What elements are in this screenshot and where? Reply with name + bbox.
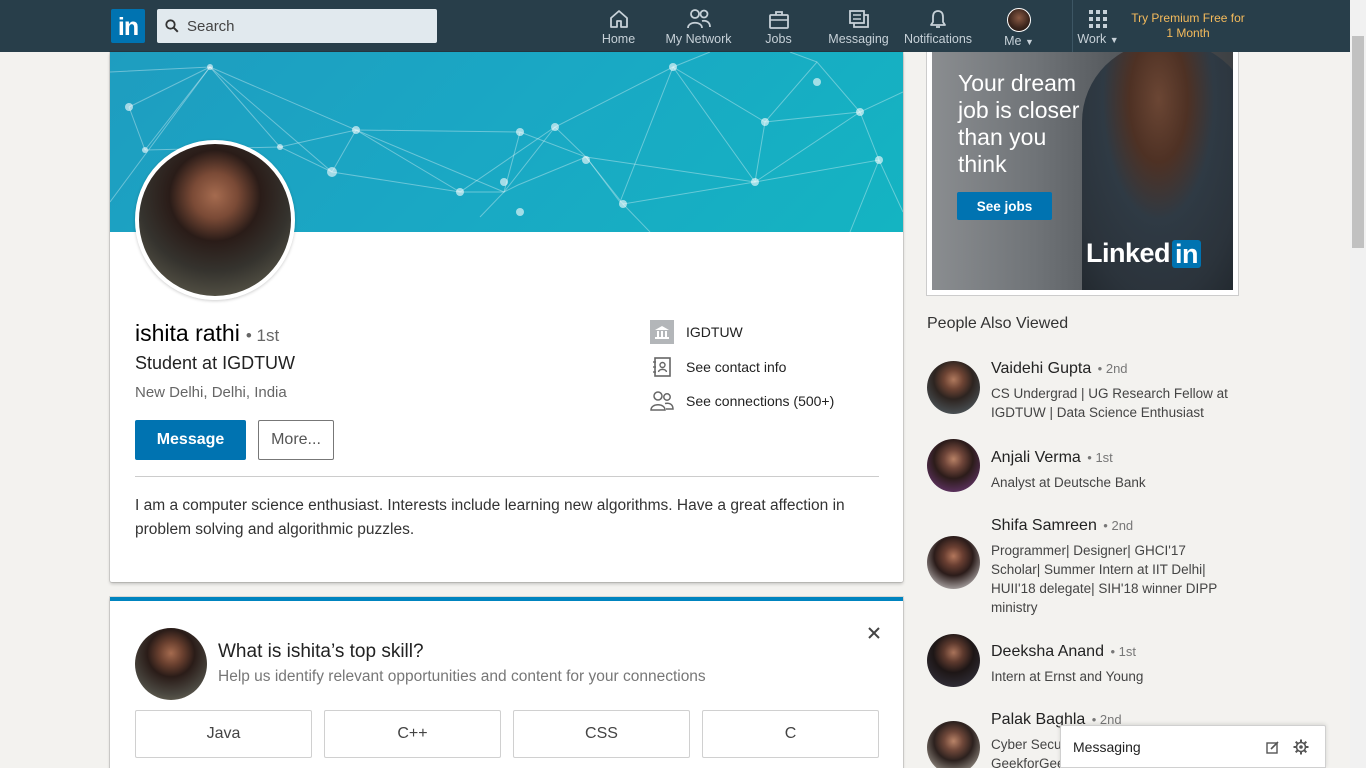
caret-down-icon: ▼ [1024, 37, 1034, 47]
ad-headline: Your dream job is closer than you think [958, 70, 1080, 177]
skill-question: What is ishita’s top skill? [218, 641, 424, 662]
skill-option-cpp[interactable]: C++ [324, 710, 501, 758]
connections-link[interactable]: See connections (500+) [650, 389, 834, 413]
connection-degree: • 1st [1087, 450, 1113, 465]
scrollbar-thumb[interactable] [1352, 36, 1364, 248]
avatar [927, 361, 980, 414]
nav-work-label: Work [1077, 32, 1107, 46]
avatar [1007, 8, 1031, 32]
skill-option-c[interactable]: C [702, 710, 879, 758]
profile-name: ishita rathi • 1st [135, 320, 279, 347]
connection-degree: • 1st [1110, 644, 1136, 659]
avatar [927, 721, 980, 768]
list-item[interactable]: Deeksha Anand • 1st Intern at Ernst and … [927, 633, 1237, 688]
caret-down-icon: ▼ [1109, 35, 1119, 45]
school-name: IGDTUW [686, 324, 743, 340]
person-name-text: Shifa Samreen [991, 517, 1097, 534]
connection-degree: • 1st [245, 326, 280, 345]
ad-card[interactable]: Your dream job is closer than you think … [926, 52, 1239, 296]
nav-work[interactable]: Work ▼ [1076, 8, 1120, 52]
nav-jobs[interactable]: Jobs [762, 8, 795, 52]
ad-logo-text: Linked [1086, 238, 1171, 268]
connection-degree: • 2nd [1103, 518, 1134, 533]
nav-work-text: Work ▼ [1077, 32, 1118, 47]
profile-location: New Delhi, Delhi, India [135, 384, 287, 401]
messaging-label: Messaging [1073, 738, 1141, 755]
grid-icon [1089, 10, 1107, 28]
skill-option-java[interactable]: Java [135, 710, 312, 758]
list-item[interactable]: Anjali Verma • 1st Analyst at Deutsche B… [927, 438, 1237, 493]
person-name: Vaidehi Gupta • 2nd [991, 360, 1128, 378]
close-icon[interactable] [864, 623, 884, 643]
top-skill-card: What is ishita’s top skill? Help us iden… [110, 597, 903, 768]
nav-notifications[interactable]: Notifications [903, 8, 973, 52]
skill-card-avatar [135, 628, 207, 700]
person-name: Shifa Samreen • 2nd [991, 517, 1133, 535]
school-icon [650, 320, 674, 344]
compose-icon[interactable] [1259, 733, 1287, 761]
nav-my-network-label: My Network [665, 32, 732, 46]
person-name: Anjali Verma • 1st [991, 449, 1113, 467]
nav-notifications-label: Notifications [903, 32, 973, 46]
people-also-viewed-title: People Also Viewed [927, 315, 1069, 332]
avatar [927, 634, 980, 687]
person-headline: Intern at Ernst and Young [991, 669, 1144, 684]
gear-icon[interactable] [1287, 733, 1315, 761]
network-icon [686, 9, 711, 29]
nav-jobs-label: Jobs [765, 32, 792, 46]
message-button[interactable]: Message [135, 420, 246, 460]
nav-home-label: Home [601, 32, 636, 46]
search-input[interactable] [187, 17, 427, 35]
connection-degree: • 2nd [1097, 361, 1128, 376]
profile-headline: Student at IGDTUW [135, 353, 296, 373]
search-box[interactable] [157, 9, 437, 43]
messaging-icon [848, 10, 869, 28]
person-headline: Programmer| Designer| GHCI'17 Scholar| S… [991, 543, 1218, 615]
messaging-bar[interactable]: Messaging [1060, 725, 1326, 768]
ad-image: Your dream job is closer than you think … [932, 52, 1233, 290]
connections-label: See connections (500+) [686, 393, 835, 409]
contact-info-label: See contact info [686, 359, 787, 375]
person-name-text: Deeksha Anand [991, 643, 1104, 660]
nav-me[interactable]: Me ▼ [1002, 8, 1036, 52]
linkedin-ad-logo: Linked in [1086, 238, 1202, 269]
person-name: Deeksha Anand • 1st [991, 643, 1136, 661]
nav-me-text: Me ▼ [1004, 34, 1034, 49]
home-icon [609, 10, 628, 28]
more-button[interactable]: More... [258, 420, 334, 460]
person-headline: CS Undergrad | UG Research Fellow at IGD… [991, 386, 1228, 420]
person-name-text: Vaidehi Gupta [991, 360, 1092, 377]
contact-info-link[interactable]: See contact info [650, 355, 786, 379]
nav-messaging-label: Messaging [828, 32, 889, 46]
profile-summary: I am a computer science enthusiast. Inte… [135, 497, 845, 538]
avatar [927, 439, 980, 492]
skill-option-css[interactable]: CSS [513, 710, 690, 758]
see-jobs-button[interactable]: See jobs [957, 192, 1052, 220]
divider [135, 476, 879, 477]
list-item[interactable]: Vaidehi Gupta • 2nd CS Undergrad | UG Re… [927, 360, 1237, 420]
nav-me-label: Me [1004, 34, 1022, 48]
person-name-text: Anjali Verma [991, 449, 1081, 466]
profile-school[interactable]: IGDTUW [650, 320, 743, 344]
nav-divider [1072, 0, 1073, 52]
profile-name-text: ishita rathi [135, 320, 240, 346]
nav-messaging[interactable]: Messaging [828, 8, 889, 52]
person-headline: Analyst at Deutsche Bank [991, 475, 1146, 490]
avatar [927, 536, 980, 589]
list-item[interactable]: Shifa Samreen • 2nd Programmer| Designer… [927, 517, 1237, 617]
profile-card: ishita rathi • 1st Student at IGDTUW New … [110, 52, 903, 582]
ad-logo-in: in [1172, 239, 1202, 268]
try-premium-link[interactable]: Try Premium Free for 1 Month [1130, 11, 1246, 41]
contact-card-icon [650, 355, 674, 379]
nav-my-network[interactable]: My Network [665, 8, 732, 52]
connections-icon [650, 389, 674, 413]
nav-home[interactable]: Home [600, 8, 637, 52]
briefcase-icon [768, 11, 789, 29]
skill-subtitle: Help us identify relevant opportunities … [218, 668, 706, 685]
linkedin-logo[interactable]: in [111, 9, 145, 43]
bell-icon [930, 10, 946, 28]
top-nav: in Home My Network Jobs Messaging Notifi… [0, 0, 1350, 52]
profile-photo[interactable] [135, 140, 295, 300]
search-icon [157, 9, 187, 43]
